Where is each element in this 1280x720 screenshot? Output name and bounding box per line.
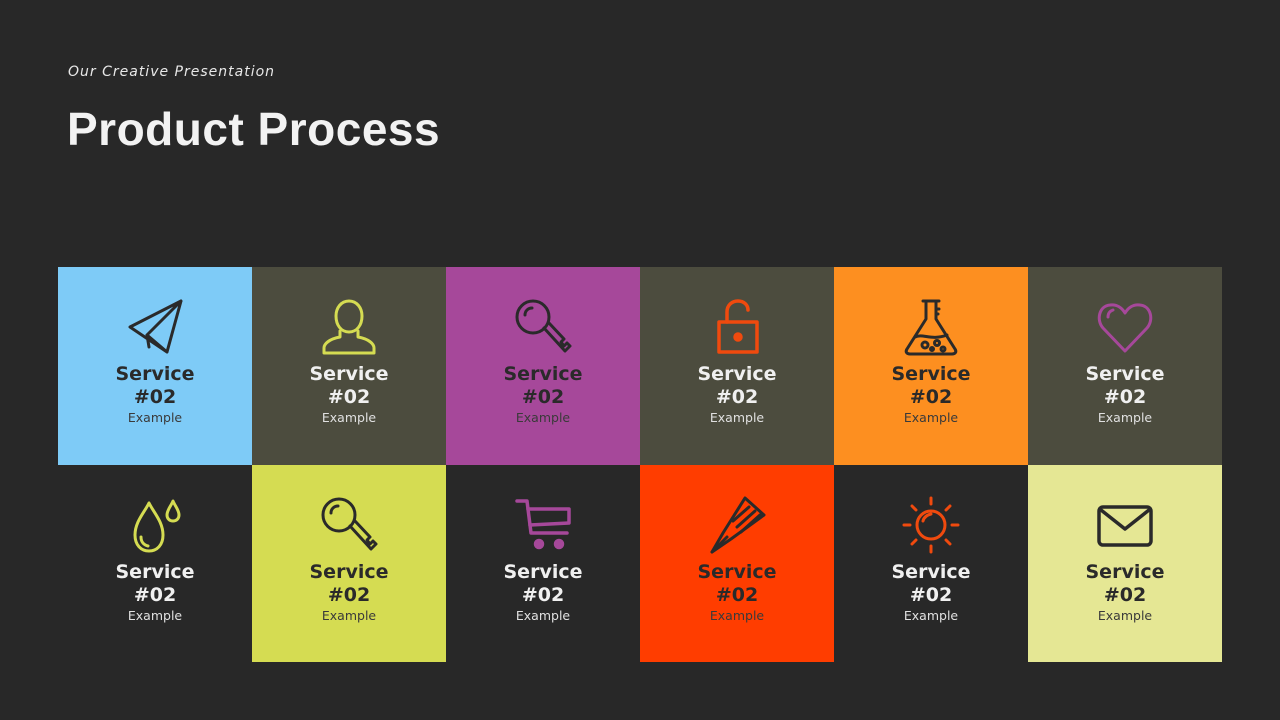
service-name: Service xyxy=(891,561,971,583)
service-number: #02 xyxy=(521,386,565,408)
service-tile[interactable]: Service #02 Example xyxy=(58,465,252,662)
service-name: Service xyxy=(1085,363,1165,385)
service-number: #02 xyxy=(909,386,953,408)
user-icon xyxy=(319,297,379,357)
service-tile[interactable]: Service #02 Example xyxy=(446,465,640,662)
flask-icon xyxy=(901,297,961,357)
service-number: #02 xyxy=(715,584,759,606)
service-tile[interactable]: Service #02 Example xyxy=(834,267,1028,465)
service-grid: Service #02 Example Service #02 Example … xyxy=(58,267,1222,662)
water-drops-icon xyxy=(125,495,185,555)
service-name: Service xyxy=(1085,561,1165,583)
service-example: Example xyxy=(903,608,959,623)
service-number: #02 xyxy=(133,584,177,606)
service-tile[interactable]: Service #02 Example xyxy=(446,267,640,465)
service-tile[interactable]: Service #02 Example xyxy=(1028,465,1222,662)
service-number: #02 xyxy=(1103,386,1147,408)
service-tile[interactable]: Service #02 Example xyxy=(252,267,446,465)
service-example: Example xyxy=(903,410,959,425)
shopping-cart-icon xyxy=(513,495,573,555)
envelope-icon xyxy=(1095,495,1155,555)
unlock-icon xyxy=(707,297,767,357)
service-number: #02 xyxy=(715,386,759,408)
service-example: Example xyxy=(709,608,765,623)
service-number: #02 xyxy=(327,584,371,606)
service-tile[interactable]: Service #02 Example xyxy=(1028,267,1222,465)
service-example: Example xyxy=(709,410,765,425)
service-tile[interactable]: Service #02 Example xyxy=(640,465,834,662)
service-name: Service xyxy=(309,561,389,583)
service-name: Service xyxy=(697,561,777,583)
service-name: Service xyxy=(309,363,389,385)
service-number: #02 xyxy=(327,386,371,408)
service-tile[interactable]: Service #02 Example xyxy=(834,465,1028,662)
paper-plane-icon xyxy=(125,297,185,357)
service-number: #02 xyxy=(909,584,953,606)
service-number: #02 xyxy=(521,584,565,606)
key-icon xyxy=(513,297,573,357)
service-name: Service xyxy=(115,561,195,583)
service-example: Example xyxy=(321,410,377,425)
service-name: Service xyxy=(697,363,777,385)
service-example: Example xyxy=(127,410,183,425)
service-number: #02 xyxy=(1103,584,1147,606)
service-example: Example xyxy=(127,608,183,623)
sun-icon xyxy=(901,495,961,555)
service-example: Example xyxy=(515,608,571,623)
service-tile[interactable]: Service #02 Example xyxy=(58,267,252,465)
heart-icon xyxy=(1095,297,1155,357)
service-name: Service xyxy=(503,561,583,583)
service-name: Service xyxy=(115,363,195,385)
presentation-subtitle: Our Creative Presentation xyxy=(68,64,276,80)
page-title: Product Process xyxy=(67,103,441,155)
service-tile[interactable]: Service #02 Example xyxy=(252,465,446,662)
service-name: Service xyxy=(503,363,583,385)
service-example: Example xyxy=(1097,608,1153,623)
service-number: #02 xyxy=(133,386,177,408)
service-name: Service xyxy=(891,363,971,385)
service-example: Example xyxy=(321,608,377,623)
service-example: Example xyxy=(515,410,571,425)
service-example: Example xyxy=(1097,410,1153,425)
service-tile[interactable]: Service #02 Example xyxy=(640,267,834,465)
key-icon xyxy=(319,495,379,555)
pen-nib-icon xyxy=(707,495,767,555)
